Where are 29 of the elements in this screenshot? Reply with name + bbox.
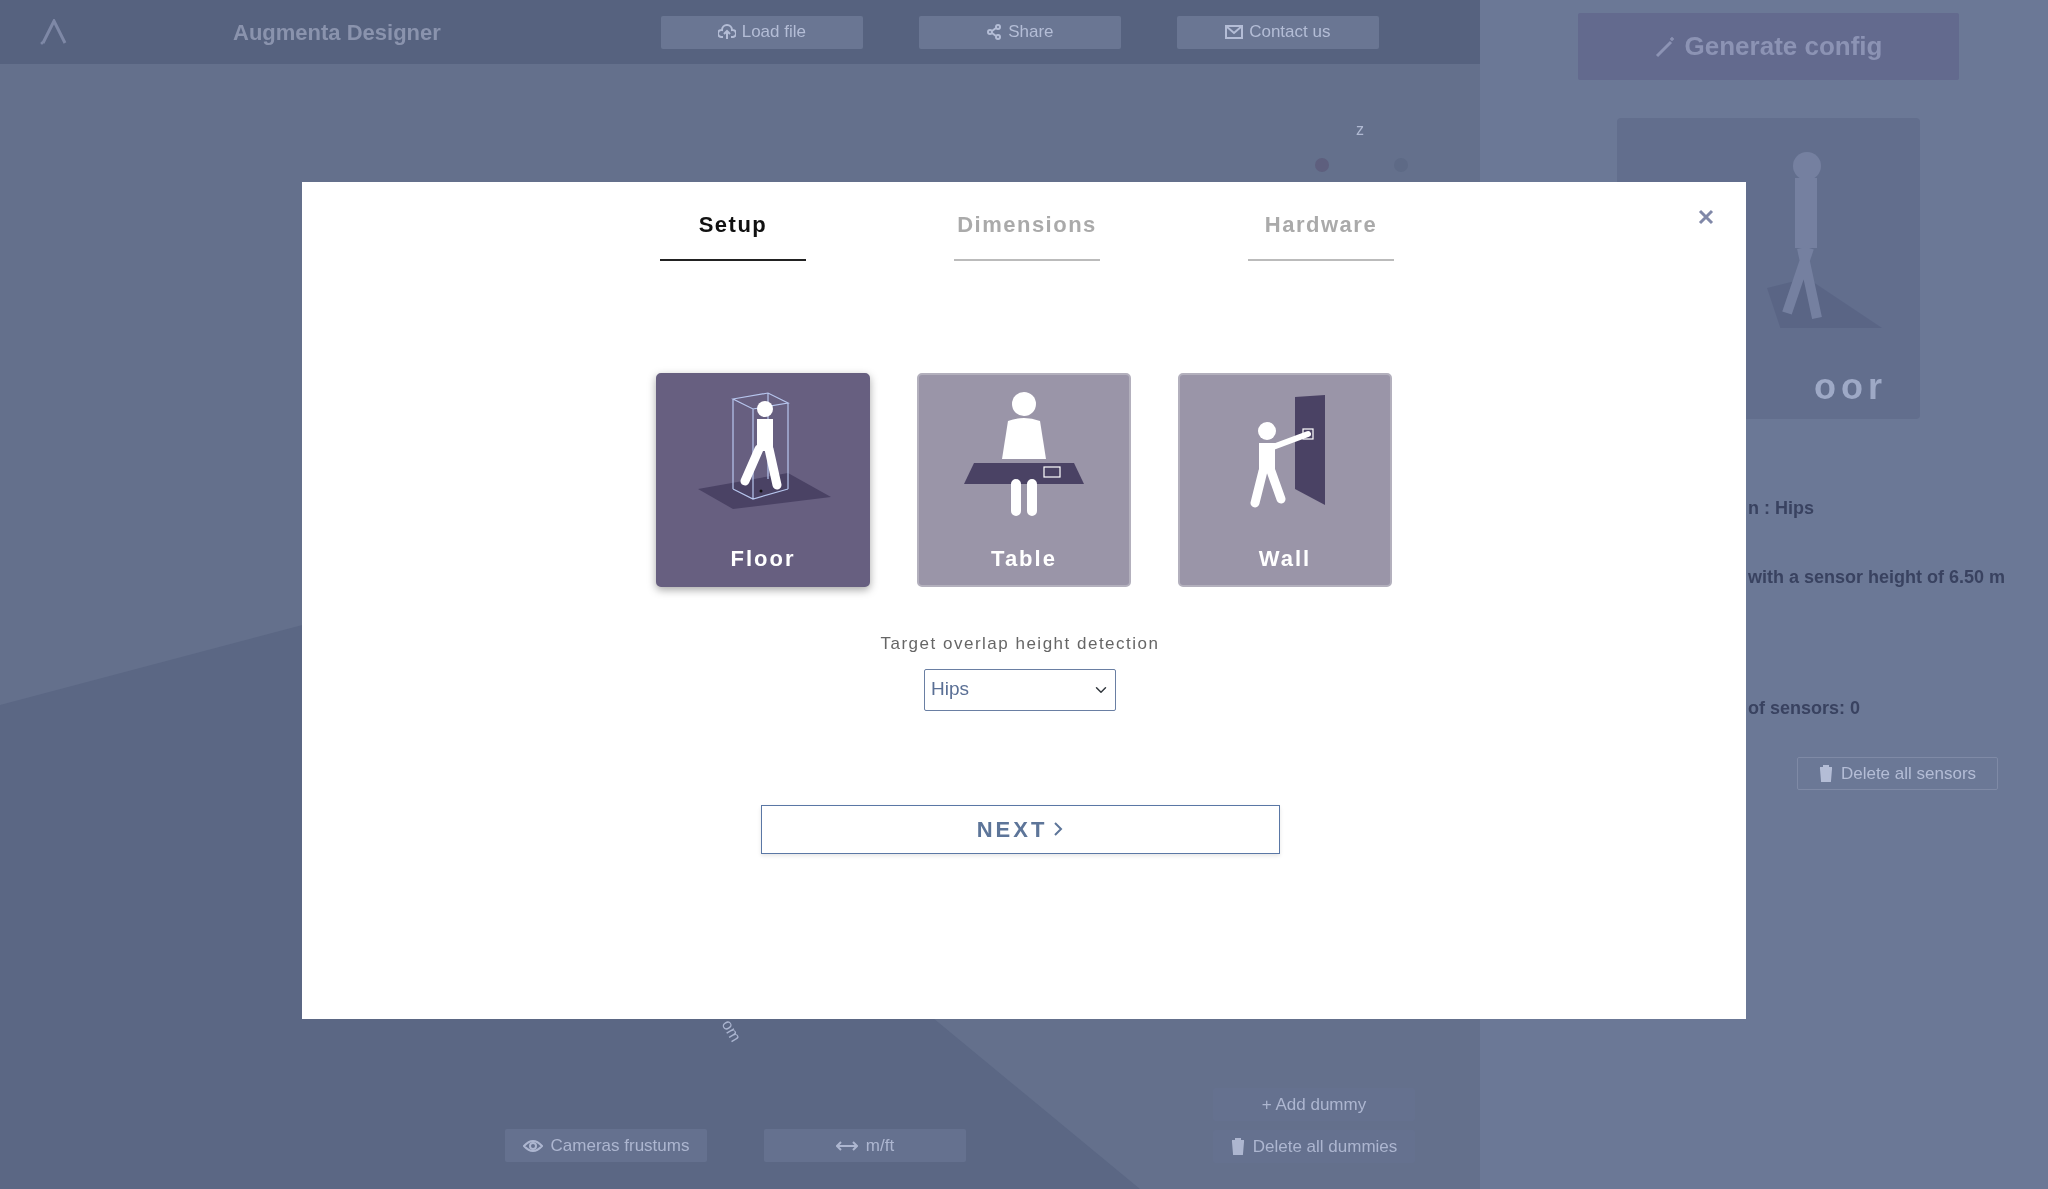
- field-label: Target overlap height detection: [880, 633, 1160, 655]
- trash-icon: [1230, 1138, 1245, 1155]
- toolbar-button[interactable]: Share: [918, 15, 1121, 49]
- share-icon: [986, 24, 1003, 40]
- upload-icon: [717, 24, 736, 40]
- mode-card[interactable]: Floor: [656, 373, 870, 587]
- double-arrow-icon: [835, 1139, 858, 1152]
- mail-icon: [1225, 25, 1244, 39]
- tab[interactable]: Setup: [660, 182, 806, 261]
- eye-icon: [522, 1138, 543, 1153]
- delete-sensors-button[interactable]: Delete all sensors: [1797, 757, 1998, 790]
- preview-label: oor: [1814, 365, 1887, 409]
- close-icon: [1698, 208, 1714, 225]
- mode-card[interactable]: Wall: [1178, 373, 1392, 587]
- chevron-right-icon: [1053, 821, 1064, 837]
- tab[interactable]: Hardware: [1248, 182, 1394, 261]
- tab[interactable]: Dimensions: [954, 182, 1100, 261]
- trash-icon: [1818, 765, 1833, 782]
- magic-wand-icon: [1654, 35, 1677, 58]
- mode-card[interactable]: Table: [917, 373, 1131, 587]
- next-button[interactable]: NEXT: [760, 804, 1280, 854]
- toolbar-button[interactable]: m/ft: [764, 1129, 966, 1162]
- height-select[interactable]: Hips: [924, 668, 1116, 711]
- toolbar-button[interactable]: Load file: [660, 15, 863, 49]
- axis-label: z: [1356, 120, 1364, 140]
- toolbar-button[interactable]: Cameras frustums: [505, 1129, 707, 1162]
- toolbar-button[interactable]: Contact us: [1176, 15, 1379, 49]
- ruler-label: om: [717, 1015, 746, 1047]
- logo-icon: [40, 19, 68, 45]
